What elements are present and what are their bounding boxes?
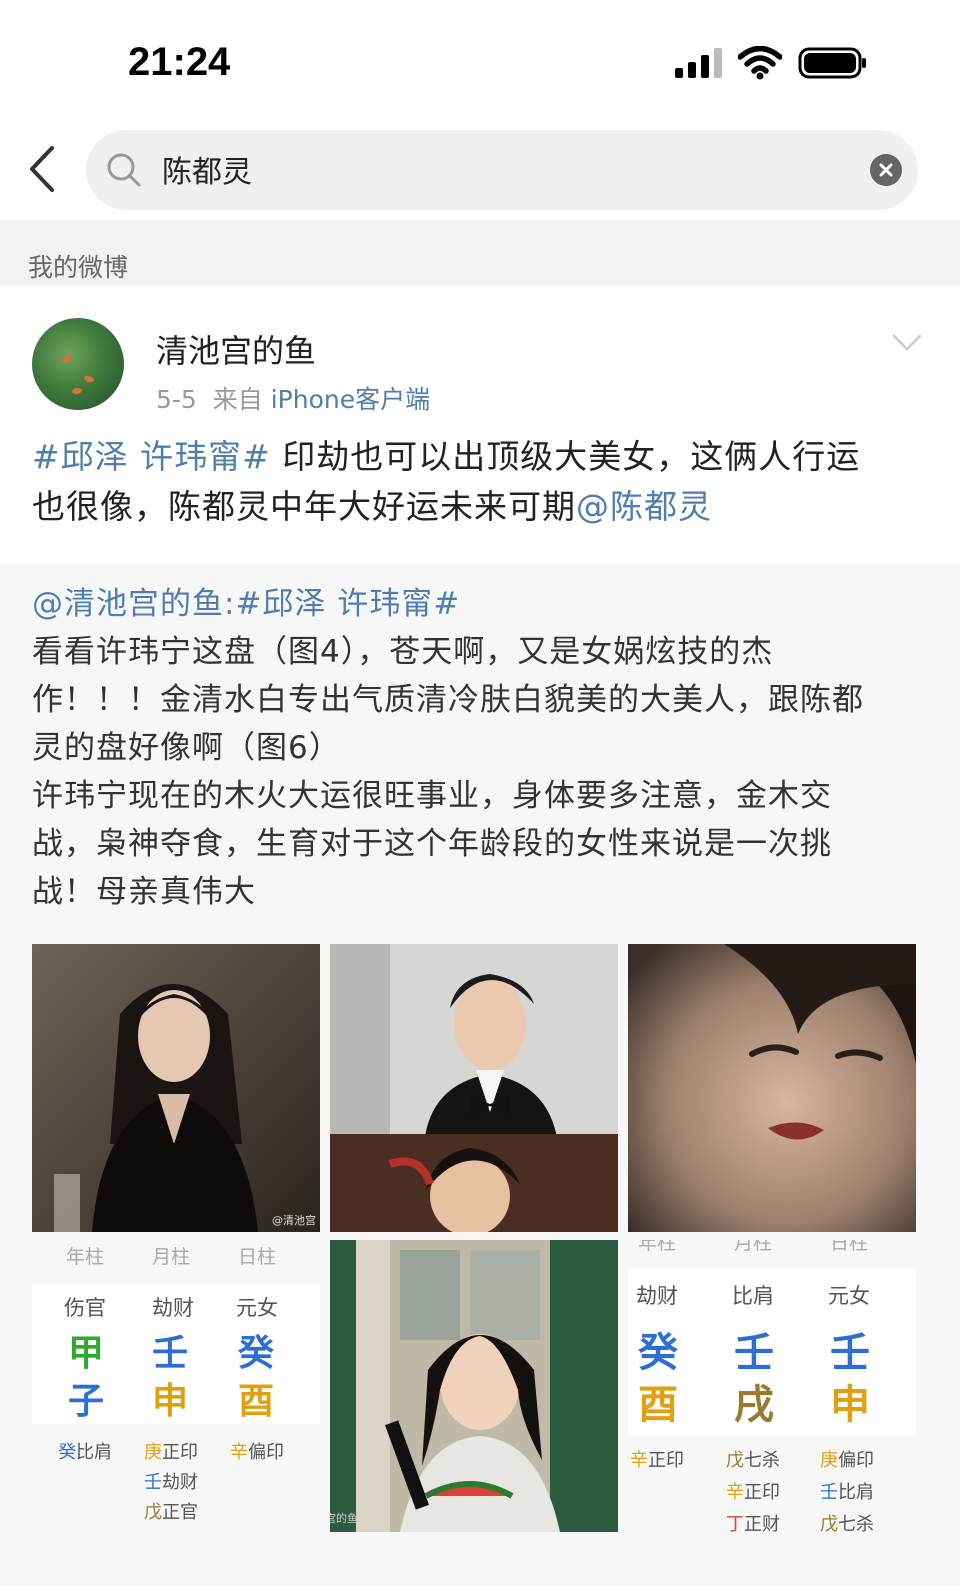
- ten-god-label: 元女: [828, 1284, 870, 1308]
- post-hashtag[interactable]: #邱泽 许玮甯#: [32, 437, 271, 476]
- hidden-stem: 辛正印: [630, 1450, 684, 1471]
- heavenly-stem: 壬: [734, 1330, 774, 1376]
- post-meta: 5-5 来自 iPhone客户端: [156, 380, 430, 416]
- ten-god-label: 元女: [236, 1296, 278, 1320]
- search-bar[interactable]: [86, 130, 918, 210]
- search-icon: [107, 153, 141, 187]
- ten-god-label: 劫财: [636, 1284, 678, 1308]
- close-icon: [879, 163, 893, 177]
- repost-line: 灵的盘好像啊（图6）: [32, 730, 341, 766]
- image-thumbnail-3[interactable]: [628, 944, 916, 1232]
- earthly-branch: 子: [68, 1381, 105, 1422]
- wifi-icon: [738, 46, 782, 80]
- battery-icon: [798, 47, 866, 79]
- earthly-branch: 戌: [734, 1382, 774, 1428]
- image-thumbnail-1[interactable]: @清池宫: [32, 944, 320, 1232]
- post-date: 5-5: [156, 385, 197, 414]
- column-header: 日柱: [238, 1246, 277, 1268]
- heavenly-stem: 壬: [830, 1330, 870, 1376]
- search-header: [0, 128, 960, 220]
- post-text-part-1: 印劫也可以出顶级大美女，这俩人行运: [270, 437, 861, 476]
- hidden-stem: 壬比肩: [820, 1482, 874, 1503]
- post-mention[interactable]: @陈都灵: [576, 487, 712, 526]
- column-header: 月柱: [152, 1246, 191, 1268]
- hidden-stem: 丁正财: [726, 1514, 780, 1532]
- avatar[interactable]: [32, 318, 124, 410]
- ten-god-label: 伤官: [64, 1296, 106, 1320]
- reposted-content[interactable]: @清池宫的鱼:#邱泽 许玮甯# 看看许玮宁这盘（图4），苍天啊，又是女娲炫技的杰…: [0, 564, 960, 1586]
- earthly-branch: 酉: [238, 1381, 275, 1422]
- hidden-stem: 癸比肩: [58, 1442, 112, 1463]
- hidden-stem: 庚偏印: [820, 1450, 874, 1471]
- hidden-stem: 戊七杀: [726, 1450, 780, 1471]
- repost-author-mention[interactable]: @清池宫的鱼: [32, 586, 224, 622]
- photo-face-closeup: [628, 944, 916, 1232]
- heavenly-stem: 癸: [638, 1330, 678, 1376]
- post-text: #邱泽 许玮甯# 印劫也可以出顶级大美女，这俩人行运 也很像，陈都灵中年大好运未…: [32, 432, 912, 532]
- repost-separator: :: [224, 586, 236, 622]
- post-source[interactable]: iPhone客户端: [271, 385, 430, 414]
- post-source-prefix: 来自: [212, 385, 263, 414]
- image-watermark: @清池宫: [272, 1214, 316, 1227]
- status-time: 21:24: [128, 40, 231, 84]
- chevron-left-icon: [30, 146, 54, 192]
- image-watermark: 微博@清池宫的鱼: [330, 1512, 358, 1525]
- repost-line: 战！母亲真伟大: [32, 874, 256, 910]
- repost-line: 许玮宁现在的木火大运很旺事业，身体要多注意，金木交: [32, 778, 832, 814]
- weibo-post[interactable]: 清池宫的鱼 5-5 来自 iPhone客户端 #邱泽 许玮甯# 印劫也可以出顶级…: [0, 286, 960, 564]
- heavenly-stem: 癸: [238, 1333, 275, 1374]
- repost-line: 作！！！金清水白专出气质清冷肤白貌美的大美人，跟陈都: [32, 682, 864, 718]
- clear-search-button[interactable]: [870, 154, 902, 186]
- photo-man-bowtie: [330, 944, 618, 1232]
- back-button[interactable]: [22, 144, 66, 194]
- column-header: 年柱: [638, 1240, 677, 1254]
- earthly-branch: 申: [830, 1382, 870, 1428]
- column-header: 年柱: [66, 1246, 105, 1268]
- status-bar: 21:24: [0, 0, 960, 128]
- repost-line: 看看许玮宁这盘（图4），苍天啊，又是女娲炫技的杰: [32, 634, 774, 670]
- cellular-signal-icon: [675, 48, 722, 78]
- column-header: 月柱: [734, 1240, 773, 1254]
- image-thumbnail-5[interactable]: 微博@清池宫的鱼: [330, 1240, 618, 1532]
- heavenly-stem: 甲: [68, 1333, 105, 1374]
- image-thumbnail-2[interactable]: [330, 944, 618, 1232]
- chevron-down-icon[interactable]: [892, 334, 922, 352]
- repost-text: @清池宫的鱼:#邱泽 许玮甯# 看看许玮宁这盘（图4），苍天啊，又是女娲炫技的杰…: [32, 580, 922, 916]
- hidden-stem: 戊七杀: [820, 1514, 874, 1532]
- photo-woman-dark-dress: [32, 944, 320, 1232]
- search-input[interactable]: [162, 144, 822, 194]
- hidden-stem: 庚正印: [144, 1442, 198, 1463]
- repost-line: 战，枭神夺食，生育对于这个年龄段的女性来说是一次挑: [32, 826, 832, 862]
- hidden-stem: 辛正印: [726, 1482, 780, 1503]
- status-icons: [675, 46, 868, 80]
- hidden-stem: 辛偏印: [230, 1442, 284, 1463]
- hidden-stem: 壬劫财: [144, 1472, 198, 1493]
- earthly-branch: 酉: [638, 1382, 678, 1428]
- heavenly-stem: 壬: [152, 1333, 189, 1374]
- ten-god-label: 劫财: [152, 1296, 194, 1320]
- section-header: 我的微博: [0, 220, 960, 286]
- post-username[interactable]: 清池宫的鱼: [156, 326, 316, 372]
- ten-god-label: 比肩: [732, 1284, 774, 1308]
- photo-woman-watermelon: [330, 1240, 618, 1532]
- section-title: 我的微博: [28, 253, 129, 282]
- post-text-part-2: 也很像，陈都灵中年大好运未来可期: [32, 487, 576, 526]
- hidden-stem: 戊正官: [144, 1502, 198, 1523]
- column-header: 日柱: [830, 1240, 869, 1254]
- image-thumbnail-6[interactable]: 年柱 月柱 日柱 劫财 比肩 元女 癸 壬 壬 酉 戌 申 辛正印 戊七杀 辛正…: [628, 1240, 916, 1532]
- earthly-branch: 申: [152, 1381, 189, 1422]
- repost-hashtag[interactable]: #邱泽 许玮甯#: [235, 586, 460, 622]
- image-thumbnail-4[interactable]: 年柱 月柱 日柱 伤官 劫财 元女 甲 壬 癸 子 申 酉 癸比肩 庚正印 壬劫…: [32, 1240, 320, 1532]
